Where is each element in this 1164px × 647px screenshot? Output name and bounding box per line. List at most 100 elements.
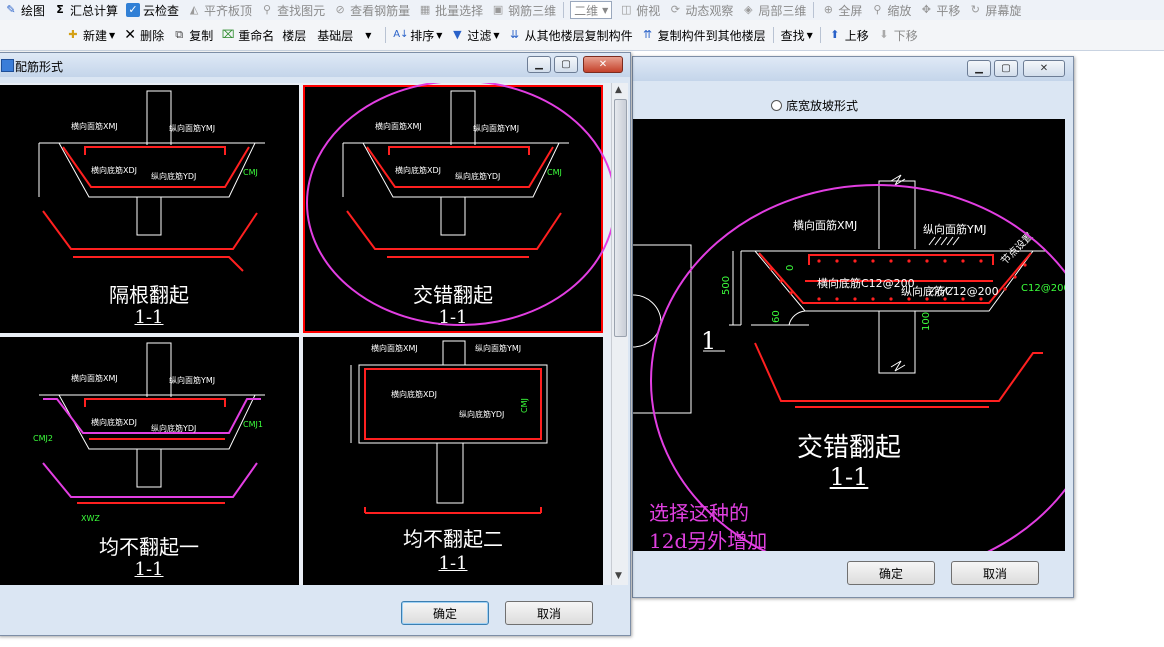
rotate-icon: ↻ bbox=[970, 3, 980, 16]
cover-label: 100 bbox=[921, 312, 932, 331]
zoom-button[interactable]: ⚲ 缩放 bbox=[866, 0, 915, 20]
filter-button[interactable]: ▼ 过滤 ▼ bbox=[446, 20, 503, 50]
rebar-form-dialog: 配筋形式 ▁ ▢ ✕ 横向面筋XMJ 纵向面筋YMJ 横向底筋XDJ 纵向底筋Y… bbox=[0, 52, 631, 636]
fullscreen-button[interactable]: ⊕ 全屏 bbox=[817, 0, 866, 20]
floor-select[interactable]: 基础层 ▼ bbox=[313, 26, 379, 44]
annotation-line-1: 选择这种的 bbox=[649, 501, 749, 525]
sigma-icon: Σ bbox=[56, 3, 64, 16]
copy-to-floor-icon: ⇈ bbox=[642, 28, 653, 41]
copy-icon: ⧉ bbox=[175, 28, 184, 41]
sort-icon: A↓ bbox=[393, 29, 409, 40]
close-button[interactable]: ✕ bbox=[583, 56, 623, 73]
arrow-up-icon: ⬆ bbox=[830, 28, 840, 41]
toolbar-separator bbox=[819, 27, 821, 43]
rebar-view-icon: ⊘ bbox=[335, 3, 345, 16]
copy-button[interactable]: ⧉ 复制 bbox=[168, 20, 217, 50]
depth-label: 500 bbox=[721, 276, 732, 295]
view-rebar-button[interactable]: ⊘ 查看钢筋量 bbox=[329, 0, 414, 20]
find-element-button[interactable]: ⚲ 查找图元 bbox=[256, 0, 329, 20]
close-button[interactable]: ✕ bbox=[1023, 60, 1065, 77]
preview-section: 1-1 bbox=[829, 463, 869, 491]
xdj-label: 横向底筋XDJ bbox=[391, 389, 437, 399]
app-icon bbox=[1, 59, 14, 72]
copy-from-floor-button[interactable]: ⇊ 从其他楼层复制构件 bbox=[504, 20, 637, 50]
minimize-button[interactable]: ▁ bbox=[527, 56, 551, 73]
side-bar-label: C12@200 bbox=[1021, 283, 1065, 294]
option-section: 1-1 bbox=[438, 553, 468, 574]
cmj-label: CMJ bbox=[547, 168, 562, 177]
arrow-down-icon: ⬇ bbox=[879, 28, 889, 41]
minimize-button[interactable]: ▁ bbox=[967, 60, 991, 77]
preview-cancel-button[interactable]: 取消 bbox=[951, 561, 1039, 585]
rebar-3d-button[interactable]: ▣ 钢筋三维 bbox=[487, 0, 560, 20]
copy-from-floor-icon: ⇊ bbox=[509, 28, 520, 41]
option-title: 隔根翻起 bbox=[109, 283, 189, 307]
annotation-line-2: 12d另外增加 bbox=[649, 529, 768, 553]
xdj-label: 横向底筋XDJ bbox=[91, 165, 137, 175]
scroll-up-arrow-icon[interactable]: ▲ bbox=[615, 85, 622, 95]
orbit-icon: ⟳ bbox=[670, 3, 680, 16]
pan-button[interactable]: ✥ 平移 bbox=[915, 0, 964, 20]
toolbar-separator bbox=[813, 2, 815, 18]
orbit-button[interactable]: ⟳ 动态观察 bbox=[664, 0, 737, 20]
move-up-button[interactable]: ⬆ 上移 bbox=[824, 20, 873, 50]
sort-button[interactable]: A↓ 排序 ▼ bbox=[389, 20, 446, 50]
radio-circle-icon[interactable] bbox=[771, 100, 782, 111]
preview-title: 交错翻起 bbox=[796, 433, 901, 463]
scroll-thumb[interactable] bbox=[614, 99, 627, 337]
top-view-button[interactable]: ◫ 俯视 bbox=[615, 0, 664, 20]
copy-to-floor-button[interactable]: ⇈ 复制构件到其他楼层 bbox=[637, 20, 770, 50]
lower-rebar-section bbox=[754, 342, 1043, 408]
chevron-down-icon: ▼ bbox=[602, 5, 609, 15]
align-icon: ◭ bbox=[189, 3, 199, 16]
cmj-label: CMJ bbox=[520, 398, 529, 413]
top-view-icon: ◫ bbox=[621, 3, 632, 16]
zero-label: 0 bbox=[785, 265, 796, 271]
local-3d-button[interactable]: ◈ 局部三维 bbox=[737, 0, 810, 20]
option-alternate-bar[interactable]: 横向面筋XMJ 纵向面筋YMJ 横向底筋XDJ 纵向底筋YDJ CMJ 隔根翻起… bbox=[0, 85, 299, 333]
maximize-button[interactable]: ▢ bbox=[554, 56, 578, 73]
draw-button[interactable]: ✎ 绘图 bbox=[0, 0, 49, 20]
pan-icon: ✥ bbox=[921, 3, 931, 16]
option-section: 1-1 bbox=[134, 307, 164, 328]
cube-icon: ▣ bbox=[492, 3, 504, 16]
local-3d-icon: ◈ bbox=[744, 3, 753, 16]
option-no-bend-2[interactable]: 横向面筋XMJ 纵向面筋YMJ 横向底筋XDJ 纵向底筋YDJ CMJ 均不翻起… bbox=[303, 337, 603, 585]
cancel-button[interactable]: 取消 bbox=[505, 601, 593, 625]
cmj-label: CMJ bbox=[243, 168, 258, 177]
option-no-bend-1[interactable]: 横向面筋XMJ 纵向面筋YMJ 横向底筋XDJ 纵向底筋YDJ CMJ1 CMJ… bbox=[0, 337, 299, 585]
xmj-label: 横向面筋XMJ bbox=[71, 121, 118, 131]
summary-calc-button[interactable]: Σ 汇总计算 bbox=[49, 0, 122, 20]
cloud-check-button[interactable]: ✓ 云检查 bbox=[122, 0, 183, 20]
main-toolbar: ✎ 绘图 Σ 汇总计算 ✓ 云检查 ◭ 平齐板顶 ⚲ 查找图元 ⊘ 查看钢筋量 ▦ 批量选择 … bbox=[0, 0, 1164, 21]
chevron-down-icon: ▼ bbox=[493, 30, 500, 40]
cloud-check-icon: ✓ bbox=[126, 3, 141, 17]
rebar-form-title: 配筋形式 bbox=[15, 60, 64, 74]
chevron-down-icon: ▼ bbox=[109, 30, 116, 40]
find-button[interactable]: 查找 ▼ bbox=[777, 20, 817, 50]
slope-form-radio[interactable]: 底宽放坡形式 bbox=[771, 97, 858, 114]
option-staggered[interactable]: 横向面筋XMJ 纵向面筋YMJ 横向底筋XDJ 纵向底筋YDJ CMJ 交错翻起… bbox=[303, 85, 603, 333]
batch-select-button[interactable]: ▦ 批量选择 bbox=[414, 0, 487, 20]
chevron-down-icon: ▼ bbox=[806, 30, 813, 40]
maximize-button[interactable]: ▢ bbox=[994, 60, 1018, 77]
preview-ok-button[interactable]: 确定 bbox=[847, 561, 935, 585]
move-down-button[interactable]: ⬇ 下移 bbox=[873, 20, 922, 50]
vertical-scrollbar[interactable]: ▲ ▼ bbox=[611, 83, 628, 585]
delete-button[interactable]: ✕ 删除 bbox=[119, 20, 168, 50]
align-top-button[interactable]: ◭ 平齐板顶 bbox=[183, 0, 256, 20]
ok-button[interactable]: 确定 bbox=[401, 601, 489, 625]
scroll-down-arrow-icon[interactable]: ▼ bbox=[615, 571, 622, 581]
fullscreen-icon: ⊕ bbox=[823, 3, 833, 16]
chevron-down-icon: ▼ bbox=[365, 30, 372, 40]
new-button[interactable]: ✚ 新建 ▼ bbox=[62, 20, 119, 50]
cmj2-label: CMJ2 bbox=[33, 434, 53, 443]
xdj-label: 横向底筋XDJ bbox=[91, 417, 137, 427]
toolbar-separator bbox=[563, 2, 565, 18]
rename-button[interactable]: ⌧ 重命名 bbox=[217, 20, 278, 50]
screen-rotate-button[interactable]: ↻ 屏幕旋 bbox=[964, 0, 1025, 20]
pen-icon: ✎ bbox=[6, 3, 16, 16]
component-toolbar: ✚ 新建 ▼ ✕ 删除 ⧉ 复制 ⌧ 重命名 楼层 基础层 ▼ A↓ 排序 ▼ ▼ 过滤 ▼ ⇊ 从其… bbox=[0, 20, 1164, 51]
view-mode-select[interactable]: 二维 ▼ bbox=[570, 1, 613, 19]
new-icon: ✚ bbox=[68, 28, 78, 41]
